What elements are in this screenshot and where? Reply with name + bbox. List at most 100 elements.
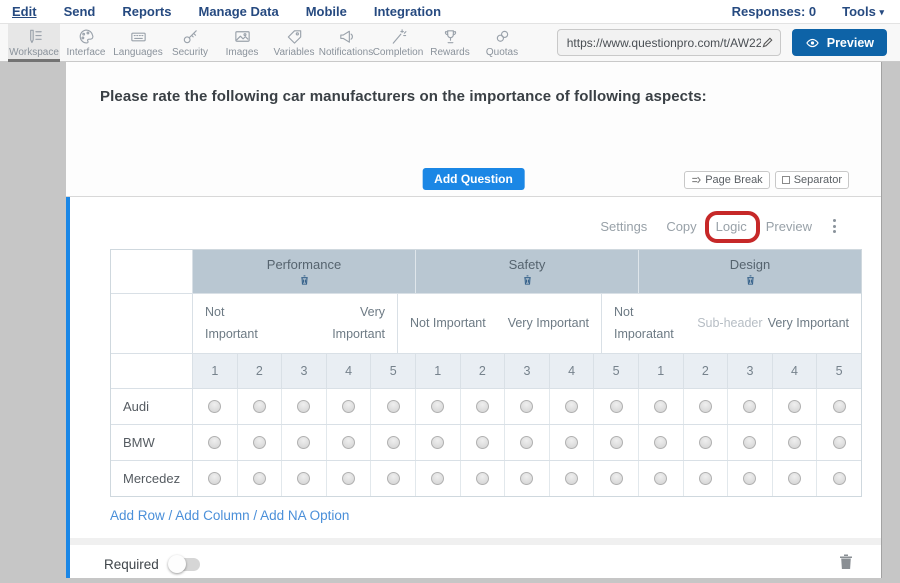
- toolbar-tab-workspace[interactable]: Workspace: [8, 24, 60, 61]
- toolbar-tab-languages[interactable]: Languages: [112, 24, 164, 61]
- radio-button[interactable]: [816, 461, 861, 496]
- add-row-link[interactable]: Add Row: [110, 508, 165, 523]
- radio-button[interactable]: [593, 461, 638, 496]
- radio-button[interactable]: [593, 389, 638, 424]
- tools-menu[interactable]: Tools ▾: [842, 4, 884, 19]
- radio-icon: [208, 472, 221, 485]
- radio-button[interactable]: [415, 425, 460, 460]
- delete-group-icon[interactable]: [745, 274, 756, 286]
- survey-url-field[interactable]: https://www.questionpro.com/t/AW22ZcC: [557, 29, 781, 56]
- radio-button[interactable]: [504, 425, 549, 460]
- delete-group-icon[interactable]: [299, 274, 310, 286]
- radio-button[interactable]: [772, 389, 817, 424]
- radio-button[interactable]: [816, 425, 861, 460]
- radio-button[interactable]: [370, 425, 415, 460]
- nav-edit[interactable]: Edit: [12, 4, 37, 19]
- radio-button[interactable]: [727, 389, 772, 424]
- question-settings-button[interactable]: Settings: [600, 219, 647, 234]
- add-question-button[interactable]: Add Question: [422, 168, 525, 190]
- subheader-safety[interactable]: Not Important Very Important: [397, 294, 601, 353]
- radio-button[interactable]: [370, 389, 415, 424]
- radio-button[interactable]: [281, 425, 326, 460]
- page-break-button[interactable]: Page Break: [684, 171, 769, 189]
- subheader-performance[interactable]: Not Important Very Important: [193, 294, 397, 353]
- toolbar-tab-interface[interactable]: Interface: [60, 24, 112, 61]
- subheader-placeholder[interactable]: Sub-header: [697, 313, 762, 335]
- more-options-button[interactable]: [829, 217, 840, 235]
- toolbar-tab-security[interactable]: Security: [164, 24, 216, 61]
- responses-count: Responses: 0: [732, 4, 817, 19]
- radio-button[interactable]: [504, 389, 549, 424]
- radio-button[interactable]: [549, 461, 594, 496]
- radio-button[interactable]: [638, 461, 683, 496]
- add-column-link[interactable]: Add Column: [175, 508, 249, 523]
- add-na-option-link[interactable]: Add NA Option: [260, 508, 349, 523]
- radio-button[interactable]: [193, 389, 237, 424]
- toolbar-tab-rewards[interactable]: Rewards: [424, 24, 476, 61]
- radio-button[interactable]: [415, 461, 460, 496]
- radio-icon: [431, 472, 444, 485]
- workspace-icon: [25, 27, 44, 46]
- radio-button[interactable]: [370, 461, 415, 496]
- radio-button[interactable]: [683, 389, 728, 424]
- nav-send[interactable]: Send: [64, 4, 96, 19]
- nav-reports[interactable]: Reports: [122, 4, 171, 19]
- row-label[interactable]: Mercedez: [111, 461, 193, 496]
- toolbar-tab-notifications[interactable]: Notifications: [320, 24, 372, 61]
- radio-button[interactable]: [638, 425, 683, 460]
- radio-button[interactable]: [772, 425, 817, 460]
- radio-button[interactable]: [237, 425, 282, 460]
- nav-mobile[interactable]: Mobile: [306, 4, 347, 19]
- nav-manage-data[interactable]: Manage Data: [198, 4, 278, 19]
- radio-button[interactable]: [683, 425, 728, 460]
- question-logic-button[interactable]: Logic: [716, 219, 747, 234]
- toolbar-tab-quotas[interactable]: Quotas: [476, 24, 528, 61]
- subheader-design[interactable]: Not Imporatant Sub-header Very Important: [601, 294, 861, 353]
- separator-button[interactable]: Separator: [775, 171, 849, 189]
- question-copy-button[interactable]: Copy: [666, 219, 696, 234]
- delete-question-button[interactable]: [839, 553, 853, 575]
- delete-group-icon[interactable]: [522, 274, 533, 286]
- radio-button[interactable]: [504, 461, 549, 496]
- radio-icon: [520, 472, 533, 485]
- group-header-safety[interactable]: Safety: [416, 250, 639, 293]
- scrollbar[interactable]: [881, 62, 900, 578]
- edit-pencil-icon[interactable]: [761, 36, 774, 49]
- radio-button[interactable]: [460, 425, 505, 460]
- radio-icon: [788, 400, 801, 413]
- radio-button[interactable]: [460, 461, 505, 496]
- radio-button[interactable]: [460, 389, 505, 424]
- radio-button[interactable]: [281, 461, 326, 496]
- radio-button[interactable]: [193, 425, 237, 460]
- row-label[interactable]: Audi: [111, 389, 193, 424]
- toolbar-tab-variables[interactable]: Variables: [268, 24, 320, 61]
- radio-button[interactable]: [237, 461, 282, 496]
- radio-button[interactable]: [281, 389, 326, 424]
- row-label[interactable]: BMW: [111, 425, 193, 460]
- keyboard-icon: [129, 27, 148, 46]
- radio-button[interactable]: [326, 461, 371, 496]
- radio-button[interactable]: [727, 461, 772, 496]
- required-toggle[interactable]: [170, 558, 200, 571]
- question-footer: Required: [70, 545, 881, 583]
- radio-button[interactable]: [772, 461, 817, 496]
- radio-button[interactable]: [638, 389, 683, 424]
- toolbar-tab-completion[interactable]: Completion: [372, 24, 424, 61]
- radio-button[interactable]: [593, 425, 638, 460]
- radio-button[interactable]: [326, 425, 371, 460]
- radio-button[interactable]: [683, 461, 728, 496]
- group-header-design[interactable]: Design: [639, 250, 861, 293]
- radio-button[interactable]: [326, 389, 371, 424]
- radio-button[interactable]: [727, 425, 772, 460]
- nav-integration[interactable]: Integration: [374, 4, 441, 19]
- preview-button[interactable]: Preview: [792, 29, 887, 56]
- radio-button[interactable]: [415, 389, 460, 424]
- question-preview-button[interactable]: Preview: [766, 219, 812, 234]
- radio-button[interactable]: [549, 425, 594, 460]
- radio-button[interactable]: [549, 389, 594, 424]
- group-header-performance[interactable]: Performance: [193, 250, 416, 293]
- toolbar-tab-images[interactable]: Images: [216, 24, 268, 61]
- radio-button[interactable]: [237, 389, 282, 424]
- radio-button[interactable]: [816, 389, 861, 424]
- radio-button[interactable]: [193, 461, 237, 496]
